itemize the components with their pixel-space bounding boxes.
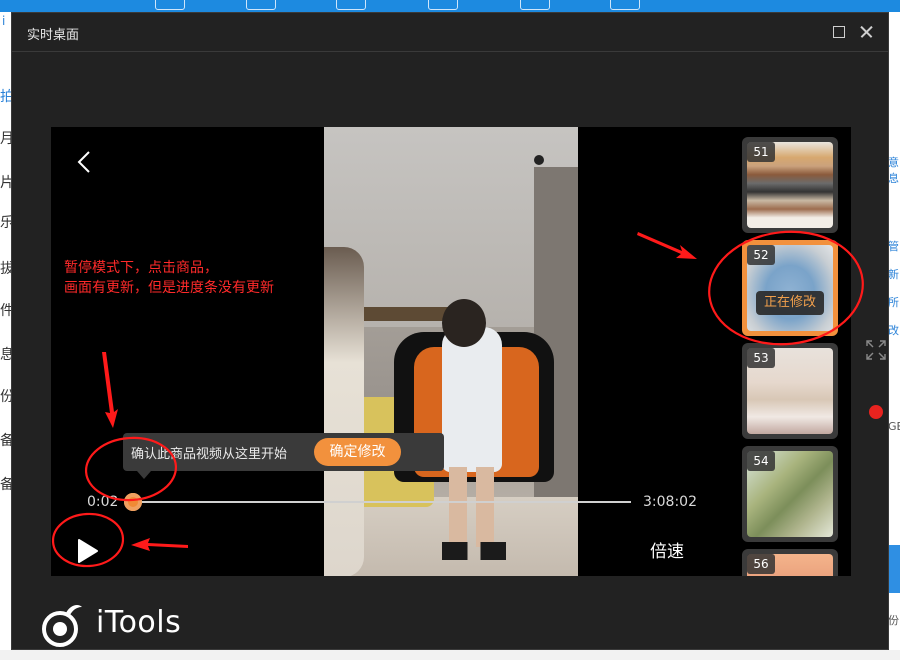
tooltip-text: 确认此商品视频从这里开始 <box>131 447 288 462</box>
product-number: 53 <box>747 348 775 368</box>
video-frame <box>324 127 578 576</box>
toolbar-icon[interactable] <box>336 0 366 10</box>
product-thumbnail-list[interactable]: 51 52 正在修改 53 54 56 <box>741 127 839 576</box>
right-panel-link[interactable]: 所 <box>888 294 899 310</box>
confirm-edit-button[interactable]: 确定修改 <box>314 438 401 466</box>
background-toolbar <box>0 0 900 12</box>
product-thumbnail[interactable]: 56 <box>742 549 838 576</box>
video-model-head <box>442 299 486 347</box>
bug-annotation: 暂停模式下，点击商品， 画面有更新，但是进度条没有更新 <box>64 258 274 298</box>
video-model-legs <box>449 467 494 547</box>
window-title: 实时桌面 <box>27 28 80 43</box>
toolbar-icon[interactable] <box>155 0 185 10</box>
expand-icon[interactable] <box>866 340 886 360</box>
product-number: 54 <box>747 451 775 471</box>
background-bottom <box>0 650 900 660</box>
annotation-line: 暂停模式下，点击商品， <box>64 260 218 276</box>
annotation-line: 画面有更新，但是进度条没有更新 <box>64 280 274 296</box>
right-panel-link[interactable]: 管 <box>888 238 899 254</box>
product-number: 56 <box>747 554 775 574</box>
product-number: 51 <box>747 142 775 162</box>
product-thumbnail-active[interactable]: 52 正在修改 <box>742 240 838 336</box>
confirm-tooltip: 确认此商品视频从这里开始 确定修改 <box>123 433 444 479</box>
video-model-body <box>442 327 502 472</box>
product-number: 52 <box>747 245 775 265</box>
current-time: 0:02 <box>87 494 119 510</box>
logo-text: iTools <box>96 605 182 640</box>
product-thumbnail[interactable]: 54 <box>742 446 838 542</box>
product-thumbnail[interactable]: 53 <box>742 343 838 439</box>
maximize-icon[interactable] <box>831 24 847 40</box>
background-right-panel: 意息 管 新 所 改 GB 份 <box>888 50 900 660</box>
itools-logo: iTools <box>40 601 200 647</box>
total-time: 3:08:02 <box>643 494 697 510</box>
right-panel-link[interactable]: 改 <box>888 322 899 338</box>
progress-knob[interactable] <box>124 493 142 511</box>
play-icon[interactable] <box>75 538 99 564</box>
toolbar-icon[interactable] <box>610 0 640 10</box>
right-panel-button[interactable] <box>888 545 900 593</box>
window-titlebar[interactable]: 实时桌面 <box>12 13 888 52</box>
itools-logo-icon <box>42 605 82 647</box>
video-camera <box>534 155 544 165</box>
right-panel-text: GB <box>888 420 900 433</box>
record-dot-icon[interactable] <box>869 405 883 419</box>
video-model-shoes <box>442 542 506 560</box>
right-panel-text: 份 <box>888 614 899 627</box>
product-thumbnail[interactable]: 51 <box>742 137 838 233</box>
back-arrow-icon[interactable] <box>75 149 93 175</box>
speed-button[interactable]: 倍速 <box>650 537 684 562</box>
realtime-desktop-window: 实时桌面 确认此商品视频从这里开始 确定修改 0:02 3:08:02 倍速 5… <box>11 12 889 650</box>
close-icon[interactable] <box>858 24 874 40</box>
toolbar-icon[interactable] <box>428 0 458 10</box>
video-person-left <box>324 247 364 576</box>
right-panel-link[interactable]: 新 <box>888 266 899 282</box>
right-panel-link[interactable]: 意息 <box>888 154 900 186</box>
toolbar-icon[interactable] <box>520 0 550 10</box>
progress-bar[interactable] <box>133 501 631 503</box>
editing-badge: 正在修改 <box>756 291 824 315</box>
toolbar-icon[interactable] <box>246 0 276 10</box>
background-app-label: i <box>2 14 6 28</box>
device-screen[interactable]: 确认此商品视频从这里开始 确定修改 0:02 3:08:02 倍速 51 52 … <box>51 127 851 576</box>
